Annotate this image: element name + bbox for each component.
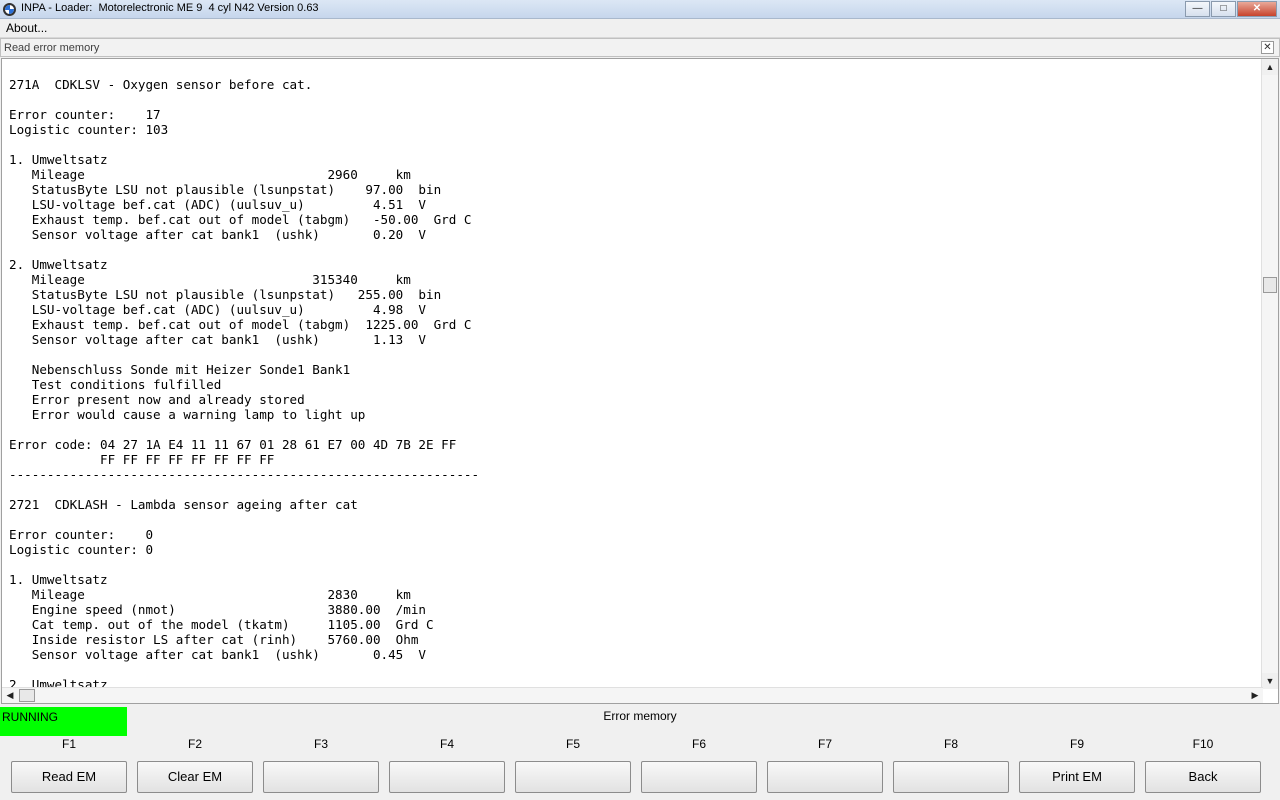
fkey-label-f2: F2 [187,737,202,751]
output-line: Exhaust temp. bef.cat out of model (tabg… [9,317,472,332]
minimize-icon[interactable]: — [1185,1,1210,17]
vertical-scroll-thumb[interactable] [1263,277,1277,293]
back-button[interactable]: Back [1145,761,1261,793]
output-line: 2. Umweltsatz [9,257,108,272]
output-line: Inside resistor LS after cat (rinh) 5760… [9,632,419,647]
output-line: Error present now and already stored [9,392,305,407]
f4-button[interactable] [389,761,505,793]
clear-em-button[interactable]: Clear EM [137,761,253,793]
output-line: Error counter: 0 [9,527,154,542]
output-line: Sensor voltage after cat bank1 (ushk) 1.… [9,332,427,347]
output-line: Error counter: 17 [9,107,161,122]
fkey-label-f5: F5 [565,737,580,751]
fkey-label-f1: F1 [61,737,76,751]
vertical-scrollbar[interactable]: ▲ ▼ [1261,59,1278,689]
output-line: FF FF FF FF FF FF FF FF [9,452,275,467]
output-line: Logistic counter: 0 [9,542,154,557]
f6-button[interactable] [641,761,757,793]
section-label: Error memory [603,709,677,723]
f3-button[interactable] [263,761,379,793]
output-line: Cat temp. out of the model (tkatm) 1105.… [9,617,434,632]
fkey-label-f4: F4 [439,737,454,751]
horizontal-scroll-thumb[interactable] [19,689,35,702]
error-memory-output: 271A CDKLSV - Oxygen sensor before cat. E… [1,58,1279,704]
f7-button[interactable] [767,761,883,793]
output-line: Error code: 04 27 1A E4 11 11 67 01 28 6… [9,437,457,452]
output-line: Logistic counter: 103 [9,122,169,137]
panel-title: Read error memory [4,42,100,54]
fkey-label-f6: F6 [691,737,706,751]
close-icon[interactable]: ✕ [1237,1,1277,17]
output-line: LSU-voltage bef.cat (ADC) (uulsuv_u) 4.9… [9,302,427,317]
menu-bar: About... [0,19,1280,38]
fkey-label-f9: F9 [1069,737,1084,751]
output-line: ----------------------------------------… [9,467,480,482]
window-title: INPA - Loader: Motorelectronic ME 9 4 cy… [21,2,319,14]
scroll-down-icon[interactable]: ▼ [1262,673,1278,689]
output-line: LSU-voltage bef.cat (ADC) (uulsuv_u) 4.5… [9,197,427,212]
output-line: Mileage 2960 km [9,167,411,182]
panel-header: Read error memory ✕ [0,38,1280,57]
menu-item-about[interactable]: About... [6,21,47,35]
output-line: Engine speed (nmot) 3880.00 /min [9,602,427,617]
scroll-up-icon[interactable]: ▲ [1262,59,1278,75]
output-line: Error would cause a warning lamp to ligh… [9,407,366,422]
f5-button[interactable] [515,761,631,793]
output-line: StatusByte LSU not plausible (lsunpstat)… [9,287,442,302]
f8-button[interactable] [893,761,1009,793]
output-line: 1. Umweltsatz [9,152,108,167]
output-line: Sensor voltage after cat bank1 (ushk) 0.… [9,227,427,242]
output-line: 271A CDKLSV - Oxygen sensor before cat. [9,77,313,92]
bmw-logo-icon [3,3,16,16]
fkey-label-f8: F8 [943,737,958,751]
error-memory-text: 271A CDKLSV - Oxygen sensor before cat. E… [9,59,1259,689]
read-em-button[interactable]: Read EM [11,761,127,793]
output-line: Test conditions fulfilled [9,377,222,392]
window-controls: — □ ✕ [1184,1,1277,17]
function-key-bar: RUNNING Error memory F1 Read EM F2 Clear EM… [0,705,1280,800]
status-indicator: RUNNING [0,707,127,736]
output-line: 2721 CDKLASH - Lambda sensor ageing afte… [9,497,358,512]
print-em-button[interactable]: Print EM [1019,761,1135,793]
output-line: 1. Umweltsatz [9,572,108,587]
output-line: Nebenschluss Sonde mit Heizer Sonde1 Ban… [9,362,351,377]
output-line: Sensor voltage after cat bank1 (ushk) 0.… [9,647,427,662]
fkey-label-f3: F3 [313,737,328,751]
output-line: Exhaust temp. bef.cat out of model (tabg… [9,212,472,227]
scroll-right-icon[interactable]: ▶ [1247,688,1263,703]
output-line: StatusByte LSU not plausible (lsunpstat)… [9,182,442,197]
title-bar: INPA - Loader: Motorelectronic ME 9 4 cy… [0,0,1280,19]
scroll-left-icon[interactable]: ◀ [2,688,18,703]
maximize-icon[interactable]: □ [1211,1,1236,17]
output-line: Mileage 2830 km [9,587,411,602]
panel-close-icon[interactable]: ✕ [1261,41,1274,54]
output-line: Mileage 315340 km [9,272,411,287]
fkey-label-f7: F7 [817,737,832,751]
horizontal-scrollbar[interactable]: ◀ ▶ [2,687,1263,703]
fkey-label-f10: F10 [1192,737,1214,751]
